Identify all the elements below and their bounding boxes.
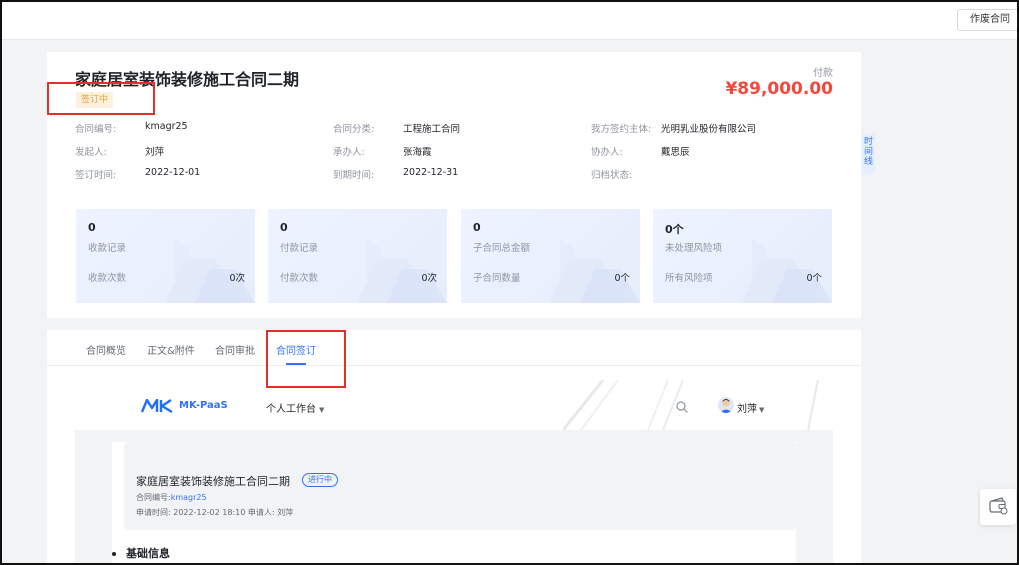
stat-decoration [165, 239, 255, 303]
embedded-signing-view: MK-PaaS 个人工作台 ▼ 刘萍 ▼ 家庭居室装饰装修施工合同二期 进行中 … [75, 380, 833, 563]
tab-bar: 合同概览 正文&附件 合同审批 合同签订 [47, 330, 861, 366]
workbench-dropdown[interactable]: 个人工作台 ▼ [266, 400, 324, 415]
info-archive-status: 归档状态: [591, 167, 632, 181]
stat-label: 付款记录 [280, 243, 319, 254]
info-value: 刘萍 [145, 147, 165, 158]
stat-sub-value: 0次 [229, 273, 245, 284]
signing-detail-card: 家庭居室装饰装修施工合同二期 进行中 合同编号:kmagr25 申请时间: 20… [112, 442, 796, 563]
info-label: 协办人: [591, 147, 623, 158]
chevron-down-icon: ▼ [759, 406, 765, 414]
section-basic-info: 基础信息 [112, 545, 170, 561]
stat-decoration [550, 239, 640, 303]
stat-label: 子合同总金额 [473, 243, 531, 254]
embedded-header: MK-PaaS 个人工作台 ▼ 刘萍 ▼ [75, 380, 833, 430]
contract-no-link[interactable]: kmagr25 [171, 493, 207, 502]
stat-number: 0 [88, 221, 96, 234]
info-expiry-date: 到期时间: 2022-12-31 [333, 167, 458, 181]
embedded-body: 家庭居室装饰装修施工合同二期 进行中 合同编号:kmagr25 申请时间: 20… [75, 430, 833, 563]
info-initiator: 发起人: 刘萍 [75, 144, 164, 158]
info-sign-date: 签订时间: 2022-12-01 [75, 167, 200, 181]
logo-text: MK-PaaS [179, 400, 228, 411]
info-handler: 承办人: 张海霞 [333, 144, 432, 158]
stat-card-risks[interactable]: 0个 未处理风险项 所有风险项 0个 [653, 209, 832, 303]
user-avatar-icon [720, 399, 732, 413]
contract-summary-card: 家庭居室装饰装修施工合同二期 签订中 付款 ¥89,000.00 合同编号: k… [47, 52, 861, 318]
info-co-handler: 协办人: 戴思辰 [591, 144, 690, 158]
highlight-box-signing-tab [266, 330, 346, 388]
stat-sub-label: 收款次数 [88, 273, 127, 284]
stat-card-receipts[interactable]: 0 收款记录 收款次数 0次 [76, 209, 255, 303]
info-label: 签订时间: [75, 170, 117, 181]
tab-approval[interactable]: 合同审批 [215, 342, 255, 357]
signing-apply-info: 申请时间: 2022-12-02 18:10 申请人: 刘萍 [136, 508, 294, 517]
user-name: 刘萍 [737, 404, 757, 415]
amount-label: 付款 [813, 68, 833, 79]
stat-sub-value: 0个 [806, 273, 822, 284]
mk-logo-icon [141, 399, 173, 413]
info-value: 2022-12-01 [145, 167, 201, 178]
top-bar: 作废合同 [2, 2, 1017, 40]
info-label: 合同分类: [333, 124, 375, 135]
info-label: 我方签约主体: [591, 124, 652, 135]
stat-sub-label: 付款次数 [280, 273, 319, 284]
stat-decoration [742, 239, 832, 303]
contract-no-label: 合同编号: [136, 493, 171, 502]
stat-label: 未处理风险项 [665, 243, 723, 254]
app-frame: 作废合同 家庭居室装饰装修施工合同二期 签订中 付款 ¥89,000.00 合同… [0, 0, 1019, 565]
wallet-icon [989, 497, 1008, 515]
signing-contract-title: 家庭居室装饰装修施工合同二期 [136, 475, 290, 488]
info-label: 归档状态: [591, 170, 633, 181]
highlight-box-status [47, 82, 155, 115]
stat-sub-label: 所有风险项 [665, 273, 713, 284]
info-value: 张海霞 [403, 147, 432, 158]
info-value: 工程施工合同 [403, 124, 461, 135]
signing-contract-no: 合同编号:kmagr25 [136, 492, 207, 503]
timeline-tab[interactable]: 时间线 [862, 134, 875, 174]
stat-number: 0 [280, 221, 288, 234]
info-label: 承办人: [333, 147, 365, 158]
stat-card-payments[interactable]: 0 付款记录 付款次数 0次 [268, 209, 447, 303]
info-value: 2022-12-31 [403, 167, 459, 178]
stat-card-sub-contracts[interactable]: 0 子合同总金额 子合同数量 0个 [461, 209, 640, 303]
tab-overview[interactable]: 合同概览 [86, 342, 126, 357]
signing-summary: 家庭居室装饰装修施工合同二期 进行中 合同编号:kmagr25 申请时间: 20… [124, 442, 796, 530]
info-label: 发起人: [75, 147, 107, 158]
stat-decoration [357, 239, 447, 303]
tab-text-attachments[interactable]: 正文&附件 [147, 342, 195, 357]
stat-sub-label: 子合同数量 [473, 273, 521, 284]
void-contract-button[interactable]: 作废合同 [957, 9, 1017, 31]
info-value: kmagr25 [145, 121, 188, 132]
stat-number: 0 [473, 221, 481, 234]
floating-wallet-button[interactable] [980, 489, 1016, 525]
signing-status-badge: 进行中 [302, 473, 338, 487]
stat-sub-value: 0个 [614, 273, 630, 284]
contract-amount: ¥89,000.00 [725, 79, 833, 99]
info-category: 合同分类: 工程施工合同 [333, 121, 460, 135]
workbench-label: 个人工作台 [266, 404, 316, 415]
info-contract-no: 合同编号: kmagr25 [75, 121, 188, 135]
chevron-down-icon: ▼ [319, 406, 325, 414]
contract-detail-card: 合同概览 正文&附件 合同审批 合同签订 MK-PaaS 个人工作台 ▼ 刘萍 … [47, 330, 861, 563]
info-label: 到期时间: [333, 170, 375, 181]
bullet-icon [112, 552, 116, 556]
search-icon[interactable] [676, 401, 688, 413]
avatar[interactable] [718, 397, 734, 413]
stat-sub-value: 0次 [421, 273, 437, 284]
info-value: 光明乳业股份有限公司 [661, 124, 757, 135]
user-menu[interactable]: 刘萍 ▼ [737, 400, 764, 415]
info-label: 合同编号: [75, 124, 117, 135]
header-decoration [563, 380, 819, 430]
stat-label: 收款记录 [88, 243, 127, 254]
info-signing-entity: 我方签约主体: 光明乳业股份有限公司 [591, 121, 756, 135]
section-title: 基础信息 [126, 547, 170, 560]
info-value: 戴思辰 [661, 147, 690, 158]
stat-number: 0个 [665, 223, 684, 236]
